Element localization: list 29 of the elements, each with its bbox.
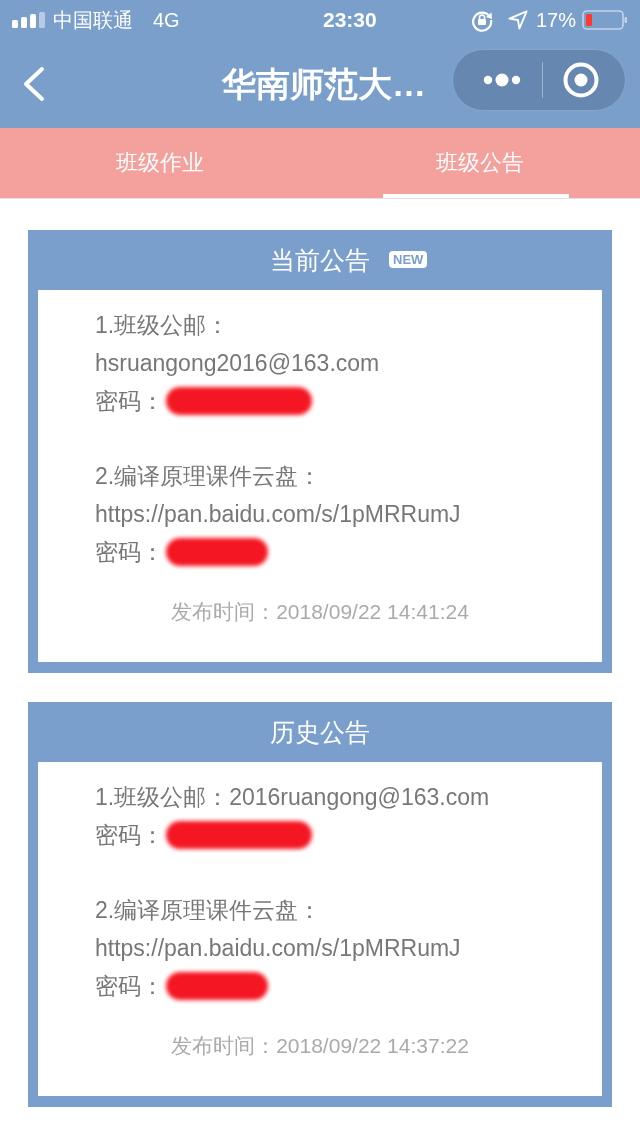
clock-time: 23:30: [322, 8, 377, 32]
password-label: 密码：: [95, 387, 164, 416]
notice-text: 1.班级公邮：2016ruangong@163.com: [95, 783, 491, 812]
new-badge: NEW: [389, 251, 428, 268]
notice-text: https://pan.baidu.com/s/1pMRRumJ: [95, 934, 462, 963]
more-icon[interactable]: [483, 73, 521, 87]
password-label: 密码：: [95, 821, 164, 850]
notice-text: 2.编译原理课件云盘：: [95, 462, 323, 491]
notice-text: 1.班级公邮：: [95, 311, 231, 340]
back-icon[interactable]: [22, 66, 46, 102]
tab[interactable]: 班级公告: [320, 128, 640, 198]
notice-text: hsruangong2016@163.com: [95, 349, 381, 378]
battery-icon: [582, 10, 628, 30]
card-title: 历史公告: [270, 718, 370, 746]
battery-percent: 17%: [535, 8, 576, 32]
network-type: 4G: [153, 8, 180, 32]
tab[interactable]: 班级作业: [0, 128, 320, 198]
notice-text: https://pan.baidu.com/s/1pMRRumJ: [95, 500, 462, 529]
password-label: 密码：: [95, 538, 164, 567]
notice-text: 2.编译原理课件云盘：: [95, 896, 323, 925]
location-arrow-icon: [507, 10, 528, 30]
password-label: 密码：: [95, 972, 164, 1001]
signal-icon: [12, 12, 46, 28]
publish-time: 发布时间：2018/09/22 14:37:22: [170, 1033, 470, 1059]
page-title: 华南师范大…: [222, 64, 426, 105]
close-icon[interactable]: [563, 62, 599, 98]
card-title: 当前公告: [270, 246, 370, 274]
publish-time: 发布时间：2018/09/22 14:41:24: [170, 599, 470, 625]
carrier-name: 中国联通: [53, 8, 133, 32]
